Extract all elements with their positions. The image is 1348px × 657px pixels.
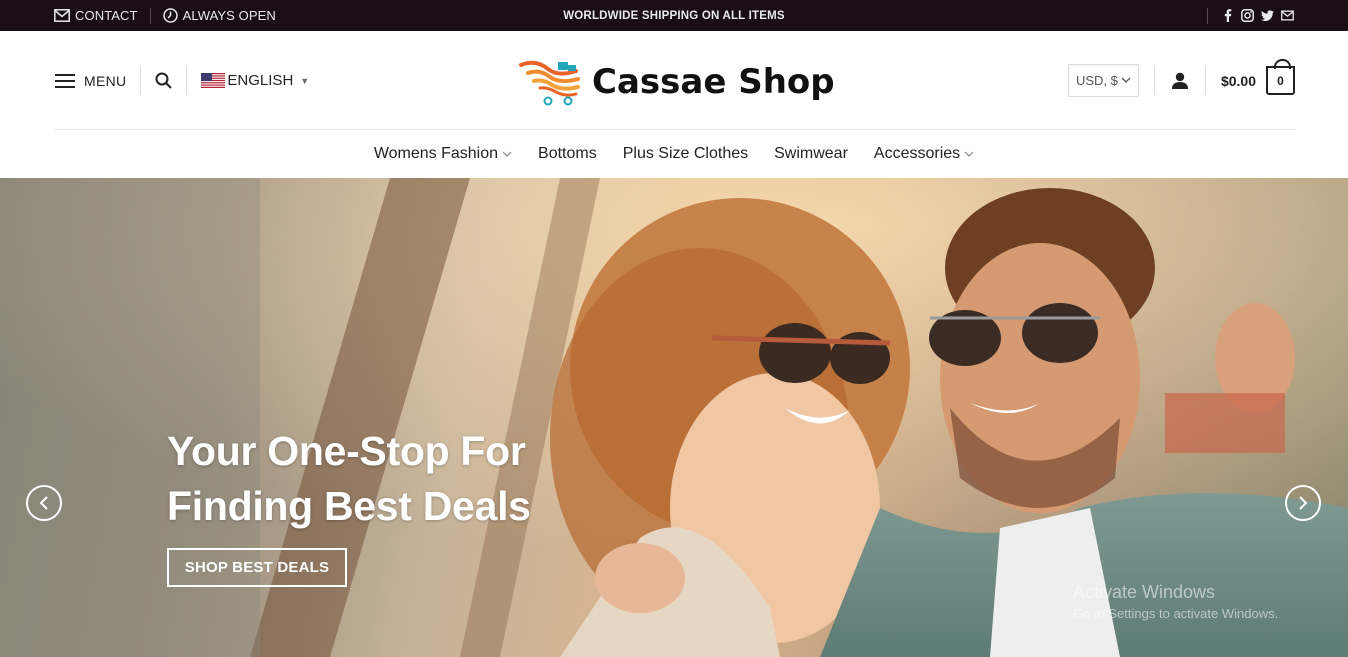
chevron-down-icon <box>1121 77 1131 83</box>
menu-label: MENU <box>84 72 127 89</box>
hours-link[interactable]: ALWAYS OPEN <box>162 8 276 23</box>
hamburger-icon <box>55 73 75 88</box>
caret-down-icon: ▼ <box>300 75 310 86</box>
cart-total: $0.00 <box>1220 72 1256 89</box>
nav-label: Womens Fashion <box>373 145 499 162</box>
main-nav: Womens Fashion Bottoms Plus Size Clothes… <box>0 130 1348 178</box>
next-slide-button[interactable] <box>1285 485 1321 521</box>
language-label: ENGLISH <box>227 72 294 89</box>
divider <box>1153 66 1155 95</box>
nav-item-accessories[interactable]: Accessories <box>874 145 974 163</box>
nav-label: Bottoms <box>538 145 597 162</box>
chevron-right-icon <box>1299 496 1308 510</box>
top-bar: CONTACT ALWAYS OPEN WORLDWIDE SHIPPING O… <box>0 0 1348 31</box>
brand-name: Cassae Shop <box>592 62 835 102</box>
watermark-subtitle: Go to Settings to activate Windows. <box>1073 606 1279 621</box>
nav-item-plus-size-clothes[interactable]: Plus Size Clothes <box>623 145 748 163</box>
nav-item-swimwear[interactable]: Swimwear <box>774 145 848 163</box>
contact-label: CONTACT <box>75 8 138 23</box>
language-selector[interactable]: ENGLISH ▼ <box>201 72 309 89</box>
top-bar-left: CONTACT ALWAYS OPEN <box>54 0 276 31</box>
hero-slider: Your One-Stop For Finding Best Deals SHO… <box>0 178 1348 657</box>
windows-activation-watermark: Activate Windows Go to Settings to activ… <box>1073 582 1278 621</box>
nav-item-womens-fashion[interactable]: Womens Fashion <box>374 145 512 163</box>
hero-title-line-2: Finding Best Deals <box>167 483 531 529</box>
divider <box>1204 66 1206 95</box>
nav-label: Swimwear <box>774 145 848 162</box>
chevron-down-icon <box>964 151 974 157</box>
previous-slide-button[interactable] <box>26 485 62 521</box>
chevron-down-icon <box>502 151 512 157</box>
search-icon[interactable] <box>155 72 173 89</box>
account-button[interactable] <box>1170 71 1190 91</box>
divider <box>140 66 142 95</box>
email-icon[interactable] <box>1281 9 1294 22</box>
currency-label: USD, $ <box>1076 73 1118 88</box>
menu-button[interactable]: MENU <box>55 73 126 89</box>
currency-selector[interactable]: USD, $ <box>1067 64 1139 97</box>
user-icon <box>1171 72 1188 89</box>
nav-label: Accessories <box>873 145 961 162</box>
instagram-icon[interactable] <box>1241 9 1254 22</box>
facebook-icon[interactable] <box>1221 9 1234 22</box>
promo-text: WORLDWIDE SHIPPING ON ALL ITEMS <box>563 9 785 22</box>
contact-link[interactable]: CONTACT <box>54 8 138 23</box>
hero-title: Your One-Stop For Finding Best Deals <box>167 424 531 534</box>
social-links <box>1207 0 1294 31</box>
shop-best-deals-button[interactable]: SHOP BEST DEALS <box>167 548 347 587</box>
envelope-icon <box>54 9 70 22</box>
nav-item-bottoms[interactable]: Bottoms <box>538 145 597 163</box>
watermark-title: Activate Windows <box>1073 582 1216 602</box>
divider <box>149 7 151 24</box>
hours-label: ALWAYS OPEN <box>182 8 276 23</box>
header-right: USD, $ $0.00 0 <box>1067 31 1295 130</box>
us-flag-icon <box>201 73 226 88</box>
brand-logo[interactable]: Cassae Shop <box>518 57 835 107</box>
cart-button[interactable]: $0.00 0 <box>1220 59 1295 95</box>
chevron-left-icon <box>39 496 48 510</box>
clock-icon <box>162 8 178 23</box>
twitter-icon[interactable] <box>1261 9 1274 22</box>
divider <box>1207 7 1208 24</box>
header-left: MENU ENGLISH ▼ <box>55 31 309 130</box>
divider <box>186 66 188 95</box>
cart-bag-icon: 0 <box>1266 59 1295 95</box>
hero-title-line-1: Your One-Stop For <box>167 428 526 474</box>
cart-count: 0 <box>1277 73 1284 88</box>
nav-label: Plus Size Clothes <box>622 145 749 162</box>
site-header: MENU ENGLISH ▼ Cassae Shop USD, $ $0.00 … <box>0 31 1348 130</box>
shopping-cart-logo-icon <box>519 60 580 106</box>
